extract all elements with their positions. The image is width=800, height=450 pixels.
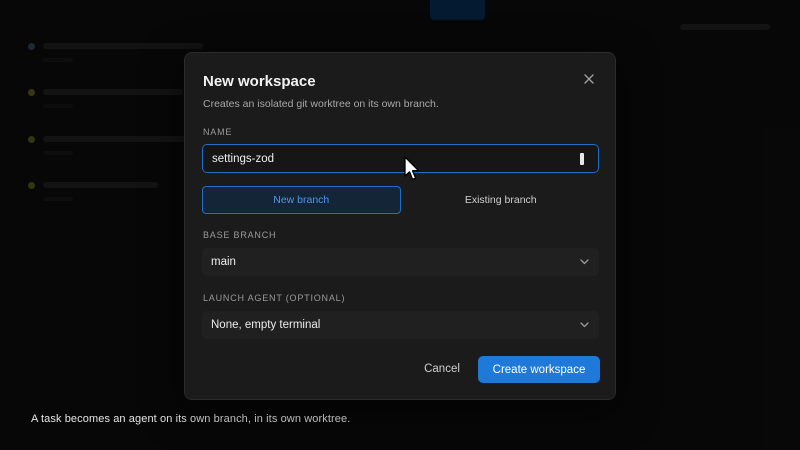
close-button[interactable]: [581, 71, 597, 87]
existing-branch-option[interactable]: Existing branch: [403, 186, 600, 214]
cancel-button[interactable]: Cancel: [411, 356, 473, 382]
close-icon: [584, 74, 594, 84]
base-branch-label: BASE BRANCH: [203, 230, 277, 240]
dialog-title: New workspace: [203, 73, 316, 90]
name-label: NAME: [203, 127, 233, 137]
screen: A task becomes an agent on its own branc…: [0, 0, 800, 450]
branch-mode-toggle: New branch Existing branch: [202, 186, 599, 214]
base-branch-select[interactable]: main: [202, 248, 599, 276]
chevron-down-icon: [579, 257, 589, 267]
caption-text: A task becomes an agent on its own branc…: [31, 413, 351, 425]
launch-agent-select[interactable]: None, empty terminal: [202, 311, 599, 339]
text-cursor-icon: [580, 152, 584, 165]
launch-agent-label: LAUNCH AGENT (OPTIONAL): [203, 293, 346, 303]
create-workspace-button[interactable]: Create workspace: [478, 356, 600, 383]
name-input[interactable]: [203, 144, 580, 173]
launch-agent-value: None, empty terminal: [211, 319, 321, 331]
name-field-wrapper: [202, 144, 599, 173]
new-workspace-dialog: New workspace Creates an isolated git wo…: [184, 52, 616, 400]
new-branch-option[interactable]: New branch: [202, 186, 401, 214]
chevron-down-icon: [579, 320, 589, 330]
base-branch-value: main: [211, 256, 236, 268]
dialog-subtitle: Creates an isolated git worktree on its …: [203, 98, 439, 110]
